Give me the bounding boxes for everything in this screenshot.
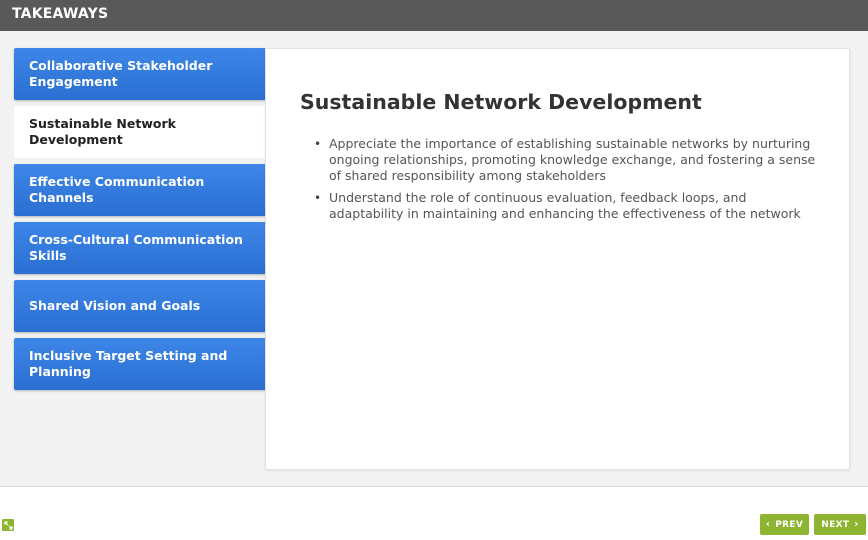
tab-label: Inclusive Target Setting and Planning <box>29 348 228 379</box>
next-label: NEXT <box>821 519 850 530</box>
takeaway-list: Appreciate the importance of establishin… <box>314 136 824 228</box>
chevron-left-icon: ‹ <box>765 518 771 530</box>
expand-icon[interactable] <box>2 519 14 531</box>
expand-arrows-icon <box>3 520 13 530</box>
page-title: TAKEAWAYS <box>12 6 109 22</box>
tab-inclusive-target-setting-and-planning[interactable]: Inclusive Target Setting and Planning <box>14 338 265 390</box>
prev-button[interactable]: ‹ PREV <box>760 514 809 535</box>
tab-label: Cross-Cultural Communication Skills <box>29 232 243 263</box>
content-panel: Sustainable Network Development Apprecia… <box>265 48 850 470</box>
tab-label: Sustainable Network Development <box>29 116 176 147</box>
tab-effective-communication-channels[interactable]: Effective Communication Channels <box>14 164 265 216</box>
list-item: Understand the role of continuous evalua… <box>314 190 824 222</box>
header-bar: TAKEAWAYS <box>0 0 868 31</box>
next-button[interactable]: NEXT › <box>814 514 866 535</box>
tab-shared-vision-and-goals[interactable]: Shared Vision and Goals <box>14 280 265 332</box>
content-title: Sustainable Network Development <box>300 90 702 114</box>
tab-collaborative-stakeholder-engagement[interactable]: Collaborative Stakeholder Engagement <box>14 48 265 100</box>
chevron-right-icon: › <box>854 518 859 530</box>
tab-label: Shared Vision and Goals <box>29 298 201 313</box>
list-item: Appreciate the importance of establishin… <box>314 136 824 184</box>
tab-sustainable-network-development[interactable]: Sustainable Network Development <box>14 106 266 158</box>
tab-cross-cultural-communication-skills[interactable]: Cross-Cultural Communication Skills <box>14 222 265 274</box>
tab-label: Collaborative Stakeholder Engagement <box>29 58 213 89</box>
prev-label: PREV <box>775 519 804 530</box>
tab-label: Effective Communication Channels <box>29 174 205 205</box>
